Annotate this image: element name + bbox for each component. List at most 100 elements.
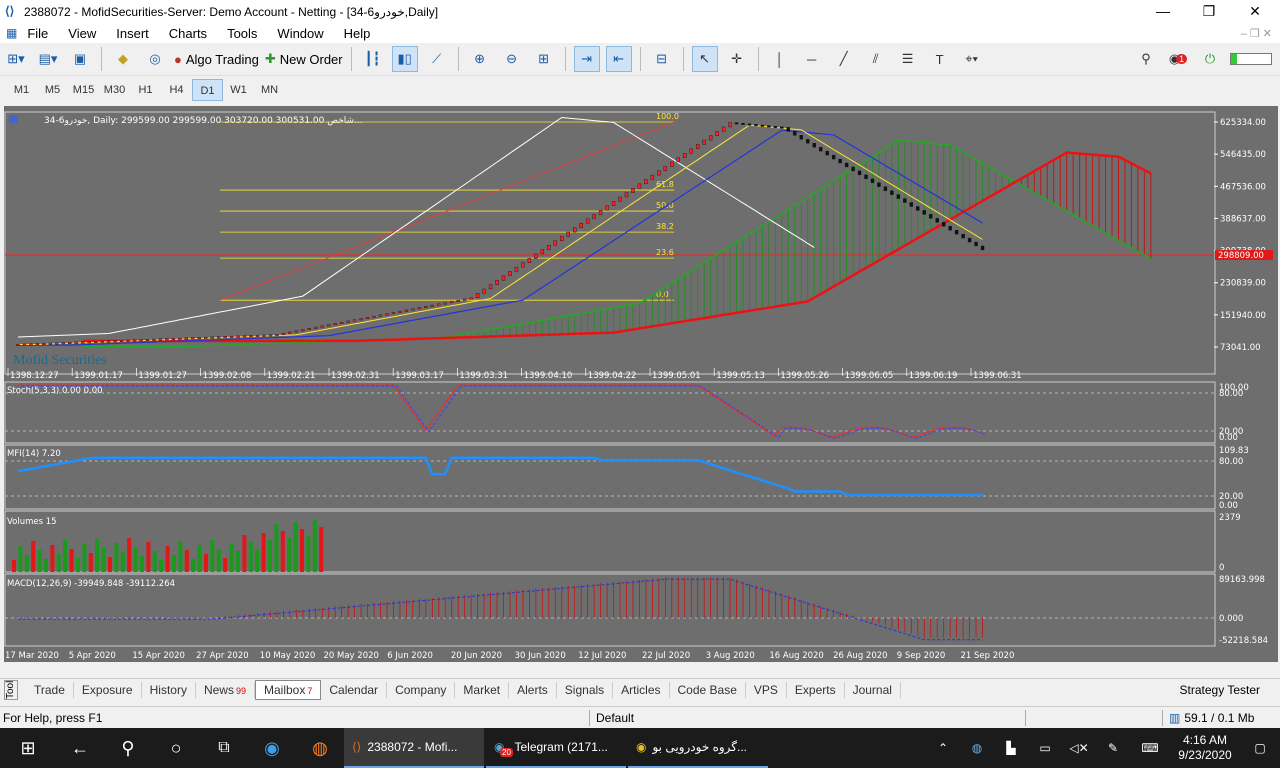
cortana-icon[interactable]: ○ [152, 728, 200, 768]
menu-help[interactable]: Help [334, 26, 381, 41]
chart-shift-icon[interactable]: ⇤ [605, 46, 632, 72]
line-chart-icon[interactable]: ⟋ [424, 46, 450, 72]
price-candle [417, 307, 422, 310]
tab-market[interactable]: Market [455, 681, 510, 698]
task-chrome[interactable]: ◉ گروه خودرویی بو... [628, 728, 768, 768]
minimize-button[interactable]: — [1140, 0, 1186, 23]
tab-signals[interactable]: Signals [557, 681, 614, 698]
volume-bar [229, 544, 234, 572]
doc-window-controls[interactable]: – ❐ ✕ [1241, 27, 1272, 40]
top-date-label: 1399.06.19 [909, 371, 958, 381]
autoscroll-icon[interactable]: ⇥ [573, 46, 600, 72]
tf-m30[interactable]: M30 [99, 79, 130, 101]
menu-charts[interactable]: Charts [159, 26, 217, 41]
tab-mailbox[interactable]: Mailbox 7 [254, 679, 322, 700]
back-icon[interactable]: ← [56, 728, 104, 768]
price-candle [818, 146, 823, 152]
firefox-icon[interactable]: ◍ [296, 728, 344, 768]
network-globe-icon[interactable]: ◍ [960, 728, 994, 768]
volume-bar [172, 555, 176, 572]
volume-bar [37, 550, 42, 572]
search-icon[interactable]: ⚲ [1133, 46, 1159, 72]
top-date-label: 1399.06.31 [973, 371, 1022, 381]
price-candle [741, 122, 745, 125]
signals-icon[interactable]: ◎ [142, 46, 168, 72]
tab-vps[interactable]: VPS [746, 681, 787, 698]
volume-muted-icon[interactable]: ◁✕ [1062, 728, 1096, 768]
cursor-icon[interactable]: ↖ [691, 46, 718, 72]
show-hidden-icon[interactable]: ⌃ [926, 728, 960, 768]
pen-icon[interactable]: ✎ [1096, 728, 1130, 768]
task-telegram[interactable]: ◉ 20 Telegram (2171... [486, 728, 626, 768]
menu-view[interactable]: View [58, 26, 106, 41]
metaeditor-icon[interactable]: ◆ [110, 46, 136, 72]
bottom-date-label: 3 Aug 2020 [706, 651, 755, 661]
tab-news[interactable]: News 99 [196, 681, 255, 698]
price-candle [281, 332, 286, 335]
notifications-icon[interactable]: ▢ [1240, 728, 1280, 768]
toolbox-label[interactable]: Toolbox [4, 679, 18, 700]
mfi-line [17, 456, 983, 497]
tf-d1[interactable]: D1 [192, 79, 223, 101]
search-taskbar-icon[interactable]: ⚲ [104, 728, 152, 768]
tab-company[interactable]: Company [387, 681, 456, 698]
tab-trade[interactable]: Trade [26, 681, 74, 698]
profile-name[interactable]: Default [596, 711, 1025, 725]
profiles-icon[interactable]: ▤▾ [35, 46, 61, 72]
tf-m15[interactable]: M15 [68, 79, 99, 101]
menu-insert[interactable]: Insert [106, 26, 159, 41]
tab-calendar[interactable]: Calendar [321, 681, 388, 698]
menu-tools[interactable]: Tools [217, 26, 267, 41]
close-button[interactable]: ✕ [1232, 0, 1278, 23]
tab-alerts[interactable]: Alerts [509, 681, 557, 698]
crosshair-icon[interactable]: ✛ [724, 46, 750, 72]
task-view-icon[interactable]: ⧉ [200, 728, 248, 768]
equidistant-channel-icon[interactable]: ⫽ [863, 46, 889, 72]
strategy-tester-button[interactable]: Strategy Tester [1180, 683, 1260, 697]
candlestick-icon[interactable]: ▮▯ [391, 46, 418, 72]
menu-window[interactable]: Window [267, 26, 333, 41]
zoom-out-icon[interactable]: ⊖ [499, 46, 525, 72]
algo-trading-button[interactable]: ● Algo Trading [174, 46, 259, 72]
tf-m5[interactable]: M5 [37, 79, 68, 101]
price-candle [216, 336, 221, 339]
tf-m1[interactable]: M1 [6, 79, 37, 101]
display-icon[interactable]: ▭ [1028, 728, 1062, 768]
tab-history[interactable]: History [142, 681, 196, 698]
trend-line-icon[interactable]: ╱ [831, 46, 857, 72]
top-date-label: 1399.02.21 [267, 371, 316, 381]
market-watch-icon[interactable]: ▣ [67, 46, 93, 72]
tf-h1[interactable]: H1 [130, 79, 161, 101]
task-metatrader[interactable]: ⟨⟩ 2388072 - Mofi... [344, 728, 484, 768]
shapes-icon[interactable]: ⌖▾ [959, 46, 985, 72]
chart-canvas[interactable]: 34-6خودرو, Daily: 299599.00 299599.00 30… [4, 106, 1278, 662]
tf-w1[interactable]: W1 [223, 79, 254, 101]
tab-exposure[interactable]: Exposure [74, 681, 142, 698]
tile-windows-icon[interactable]: ⊞ [531, 46, 557, 72]
menu-file[interactable]: File [17, 26, 58, 41]
new-chart-icon[interactable]: ⊞▾ [3, 46, 29, 72]
indicators-icon[interactable]: ⊟ [649, 46, 675, 72]
vertical-line-icon[interactable]: │ [767, 46, 793, 72]
horizontal-line-icon[interactable]: ─ [799, 46, 825, 72]
maximize-button[interactable]: ❐ [1186, 0, 1232, 23]
account-icon[interactable]: ◉ 1 [1165, 46, 1191, 72]
clock[interactable]: 4:16 AM 9/23/2020 [1170, 733, 1240, 763]
text-icon[interactable]: T [927, 46, 953, 72]
tab-experts[interactable]: Experts [787, 681, 845, 698]
keyboard-icon[interactable]: ⌨ [1130, 728, 1170, 768]
edge-icon[interactable]: ◉ [248, 728, 296, 768]
chart-window[interactable]: 34-6خودرو, Daily: 299599.00 299599.00 30… [4, 106, 1278, 662]
tf-mn[interactable]: MN [254, 79, 285, 101]
tab-articles[interactable]: Articles [613, 681, 670, 698]
security-icon[interactable]: ▙ [994, 728, 1028, 768]
tab-journal[interactable]: Journal [845, 681, 901, 698]
price-candle [268, 334, 273, 337]
fibonacci-icon[interactable]: ☰ [895, 46, 921, 72]
start-icon[interactable]: ⊞ [0, 728, 56, 768]
new-order-button[interactable]: ✚ New Order [265, 46, 343, 72]
bar-chart-icon[interactable]: ┃┇ [360, 46, 386, 72]
zoom-in-icon[interactable]: ⊕ [467, 46, 493, 72]
tf-h4[interactable]: H4 [161, 79, 192, 101]
tab-code-base[interactable]: Code Base [670, 681, 746, 698]
